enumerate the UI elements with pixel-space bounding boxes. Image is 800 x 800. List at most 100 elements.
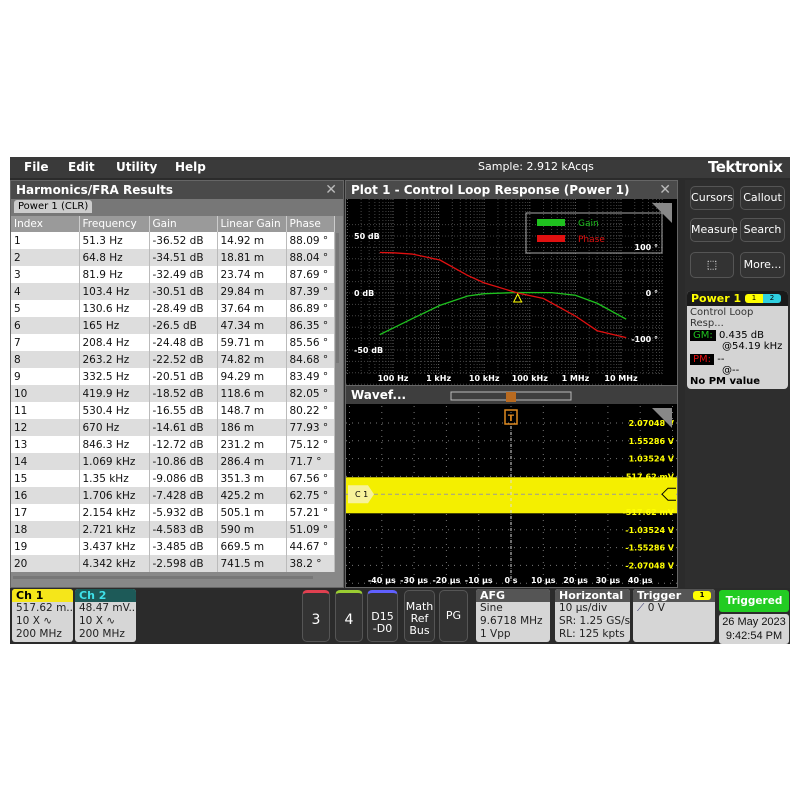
trigger-source: 1 (693, 591, 711, 600)
table-cell: -22.52 dB (149, 351, 218, 368)
zoom-select-icon: ⬚ (706, 258, 718, 271)
table-row[interactable]: 2 64.8 Hz -34.51 dB 18.81 m 88.04 ° (11, 249, 335, 266)
table-cell: 1.069 kHz (79, 453, 150, 470)
table-cell: -30.51 dB (149, 283, 218, 300)
trigger-status[interactable]: Triggered (719, 590, 789, 612)
table-cell: 2.154 kHz (79, 504, 150, 521)
date: 26 May 2023 (722, 616, 786, 628)
left-tick-label: -50 dB (354, 346, 383, 355)
measure-button[interactable]: Measure (690, 218, 738, 242)
waveform-view[interactable]: TC 12.07048 V1.55286 V1.03524 V517.62 mV… (346, 386, 677, 587)
close-icon[interactable]: ✕ (659, 182, 671, 198)
table-cell: 286.4 m (217, 453, 287, 470)
ac-coupling-icon: ∿ (43, 615, 53, 627)
digital-button[interactable]: D15 -D0 (367, 590, 398, 642)
table-cell: 15 (11, 470, 80, 487)
column-header[interactable]: Frequency (79, 216, 150, 232)
table-cell: 83.49 ° (286, 368, 335, 385)
left-tick-label: 50 dB (354, 232, 380, 241)
pg-button[interactable]: PG (439, 590, 468, 642)
ch2-badge[interactable]: Ch 2 48.47 mV... 10 X ∿ 200 MHz (75, 589, 136, 642)
table-row[interactable]: 17 2.154 kHz -5.932 dB 505.1 m 57.21 ° (11, 504, 335, 521)
table-cell: 670 Hz (79, 419, 150, 436)
legend-swatch (537, 219, 565, 226)
table-cell: 18 (11, 521, 80, 538)
table-cell: 3 (11, 266, 80, 283)
table-row[interactable]: 5 130.6 Hz -28.49 dB 37.64 m 86.89 ° (11, 300, 335, 317)
table-cell: 14.92 m (217, 232, 287, 249)
x-tick-label: 30 µs (596, 576, 621, 585)
column-header[interactable]: Index (11, 216, 80, 232)
x-tick-label: -40 µs (368, 576, 396, 585)
power1-badge[interactable]: Power 1 1 2 Control Loop Resp... GM: 0.4… (687, 291, 788, 389)
menu-bar: File Edit Utility Help Sample: 2.912 kAc… (10, 157, 790, 178)
table-row[interactable]: 8 263.2 Hz -22.52 dB 74.82 m 84.68 ° (11, 351, 335, 368)
table-row[interactable]: 9 332.5 Hz -20.51 dB 94.29 m 83.49 ° (11, 368, 335, 385)
table-cell: -34.51 dB (149, 249, 218, 266)
table-row[interactable]: 1 51.3 Hz -36.52 dB 14.92 m 88.09 ° (11, 232, 335, 249)
menu-utility[interactable]: Utility (116, 160, 157, 174)
table-cell: 44.67 ° (286, 538, 335, 555)
afg-badge[interactable]: AFG Sine 9.6718 MHz 1 Vpp (476, 589, 550, 642)
table-row[interactable]: 14 1.069 kHz -10.86 dB 286.4 m 71.7 ° (11, 453, 335, 470)
table-row[interactable]: 19 3.437 kHz -3.485 dB 669.5 m 44.67 ° (11, 538, 335, 555)
table-row[interactable]: 12 670 Hz -14.61 dB 186 m 77.93 ° (11, 419, 335, 436)
menu-file[interactable]: File (24, 160, 49, 174)
more-button[interactable]: More... (740, 252, 785, 278)
ch1-bandwidth: 200 MHz (16, 628, 62, 640)
table-cell: 3.437 kHz (79, 538, 150, 555)
horizontal-badge[interactable]: Horizontal 10 µs/div SR: 1.25 GS/s RL: 1… (555, 589, 630, 642)
table-hscrollbar[interactable] (13, 576, 313, 579)
y-tick-label: 1.03524 V (629, 455, 675, 464)
math-ref-bus-button[interactable]: Math Ref Bus (404, 590, 435, 642)
table-scrollbar[interactable] (336, 233, 339, 363)
table-row[interactable]: 10 419.9 Hz -18.52 dB 118.6 m 82.05 ° (11, 385, 335, 402)
pm-label: PM: (690, 354, 715, 365)
legend-label: Phase (578, 235, 605, 245)
trigger-level: 0 V (647, 602, 665, 614)
table-row[interactable]: 18 2.721 kHz -4.583 dB 590 m 51.09 ° (11, 521, 335, 538)
close-icon[interactable]: ✕ (325, 182, 337, 198)
date-time[interactable]: 26 May 2023 9:42:54 PM (719, 614, 789, 644)
menu-edit[interactable]: Edit (68, 160, 95, 174)
trigger-badge[interactable]: Trigger 1 ⟋ 0 V (633, 589, 715, 642)
table-cell: -10.86 dB (149, 453, 218, 470)
ch4-button[interactable]: 4 (335, 590, 363, 642)
ch1-badge[interactable]: Ch 1 517.62 m... 10 X ∿ 200 MHz (12, 589, 73, 642)
column-header[interactable]: Linear Gain (217, 216, 287, 232)
column-header[interactable]: Phase (286, 216, 335, 232)
table-row[interactable]: 7 208.4 Hz -24.48 dB 59.71 m 85.56 ° (11, 334, 335, 351)
table-cell: 38.2 ° (286, 555, 335, 572)
zoom-button[interactable]: ⬚ (690, 252, 734, 278)
results-title: Harmonics/FRA Results (11, 181, 343, 199)
tab-power1-clr[interactable]: Power 1 (CLR) (14, 200, 93, 213)
table-cell: 208.4 Hz (79, 334, 150, 351)
table-row[interactable]: 13 846.3 Hz -12.72 dB 231.2 m 75.12 ° (11, 436, 335, 453)
table-row[interactable]: 20 4.342 kHz -2.598 dB 741.5 m 38.2 ° (11, 555, 335, 572)
time: 9:42:54 PM (725, 630, 783, 642)
ch3-button[interactable]: 3 (302, 590, 330, 642)
sample-rate: SR: 1.25 GS/s (559, 615, 630, 627)
table-cell: -24.48 dB (149, 334, 218, 351)
table-row[interactable]: 4 103.4 Hz -30.51 dB 29.84 m 87.39 ° (11, 283, 335, 300)
bode-plot[interactable]: 50 dB 0 dB -50 dB 100 ° 0 ° -100 ° 100 Hz 1 kHz… (346, 199, 677, 385)
table-cell: 186 m (217, 419, 287, 436)
measurement-name: Control Loop Resp... (690, 307, 754, 329)
table-row[interactable]: 16 1.706 kHz -7.428 dB 425.2 m 62.75 ° (11, 487, 335, 504)
menu-help[interactable]: Help (175, 160, 206, 174)
table-cell: 62.75 ° (286, 487, 335, 504)
ch2-title: Ch 2 (75, 589, 136, 602)
x-tick-label: 10 kHz (469, 374, 500, 383)
column-header[interactable]: Gain (149, 216, 218, 232)
ch2-bandwidth: 200 MHz (79, 628, 125, 640)
callout-button[interactable]: Callout (740, 186, 785, 210)
cursors-button[interactable]: Cursors (690, 186, 734, 210)
search-button[interactable]: Search (740, 218, 785, 242)
table-row[interactable]: 6 165 Hz -26.5 dB 47.34 m 86.35 ° (11, 317, 335, 334)
ch1-marker-label: C 1 (355, 490, 368, 499)
table-row[interactable]: 3 81.9 Hz -32.49 dB 23.74 m 87.69 ° (11, 266, 335, 283)
table-cell: 2.721 kHz (79, 521, 150, 538)
side-panel: Cursors Callout Measure Search ⬚ More...… (685, 180, 790, 588)
table-row[interactable]: 15 1.35 kHz -9.086 dB 351.3 m 67.56 ° (11, 470, 335, 487)
table-row[interactable]: 11 530.4 Hz -16.55 dB 148.7 m 80.22 ° (11, 402, 335, 419)
